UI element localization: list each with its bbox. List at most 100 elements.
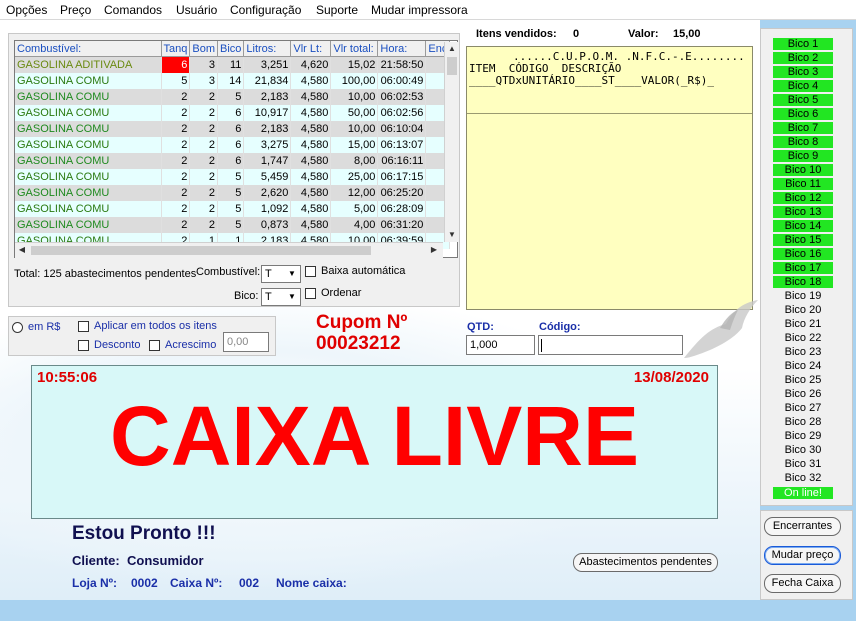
cell-tanque: 2 <box>161 185 191 201</box>
table-row[interactable]: GASOLINA COMU 2 2 5 2,620 4,580 12,00 06:25:20 <box>15 185 451 201</box>
bico-18-indicator[interactable]: Bico 18 <box>773 276 833 288</box>
bico-5-indicator[interactable]: Bico 5 <box>773 94 833 106</box>
cell-vlr-total: 5,00 <box>330 201 379 217</box>
col-header-vlr-total[interactable]: Vlr total: <box>330 41 379 57</box>
bico-filter-select[interactable]: T ▼ <box>261 288 301 306</box>
bico-32-indicator[interactable]: Bico 32 <box>773 472 833 484</box>
grid-horizontal-scrollbar[interactable]: ◀ ▶ <box>15 242 443 258</box>
bico-28-indicator[interactable]: Bico 28 <box>773 416 833 428</box>
baixa-automatica-checkbox[interactable] <box>305 266 316 277</box>
col-header-litros[interactable]: Litros: <box>243 41 292 57</box>
bico-9-indicator[interactable]: Bico 9 <box>773 150 833 162</box>
encerrantes-button[interactable]: Encerrantes <box>764 517 841 536</box>
display-date: 13/08/2020 <box>633 369 709 386</box>
ordenar-checkbox[interactable] <box>305 288 316 299</box>
cell-hora: 06:17:15 <box>377 169 427 185</box>
table-row[interactable]: GASOLINA ADITIVADA 6 3 11 3,251 4,620 15,02 21:… <box>15 56 451 73</box>
chevron-down-icon[interactable]: ▼ <box>285 290 299 304</box>
bico-21-indicator[interactable]: Bico 21 <box>773 318 833 330</box>
nome-caixa-label: Nome caixa: <box>276 576 347 590</box>
bico-29-indicator[interactable]: Bico 29 <box>773 430 833 442</box>
bico-27-indicator[interactable]: Bico 27 <box>773 402 833 414</box>
col-header-tanque[interactable]: Tanq <box>161 41 191 57</box>
menu-usuario[interactable]: Usuário <box>176 3 217 17</box>
bico-26-indicator[interactable]: Bico 26 <box>773 388 833 400</box>
bico-3-indicator[interactable]: Bico 3 <box>773 66 833 78</box>
codigo-input[interactable] <box>538 335 683 355</box>
bico-2-indicator[interactable]: Bico 2 <box>773 52 833 64</box>
bico-15-indicator[interactable]: Bico 15 <box>773 234 833 246</box>
cell-combustivel: GASOLINA ADITIVADA <box>15 56 162 73</box>
scroll-left-icon[interactable]: ◀ <box>15 243 29 257</box>
abastecimentos-pendentes-button[interactable]: Abastecimentos pendentes <box>573 553 718 572</box>
cell-litros: 21,834 <box>243 73 292 89</box>
mudar-preco-button[interactable]: Mudar preço <box>764 546 841 565</box>
bico-12-indicator[interactable]: Bico 12 <box>773 192 833 204</box>
cell-bomba: 2 <box>189 137 218 153</box>
bico-16-indicator[interactable]: Bico 16 <box>773 248 833 260</box>
table-row[interactable]: GASOLINA COMU 2 2 5 0,873 4,580 4,00 06:31:20 <box>15 217 451 233</box>
scroll-right-icon[interactable]: ▶ <box>427 243 441 257</box>
receipt-preview: ......C.U.P.O.M. .N.F.C.-.E........ ITEM… <box>466 46 753 310</box>
bico-17-indicator[interactable]: Bico 17 <box>773 262 833 274</box>
bico-13-indicator[interactable]: Bico 13 <box>773 206 833 218</box>
discount-value-input[interactable]: 0,00 <box>223 332 269 352</box>
cell-litros: 2,183 <box>243 89 292 105</box>
cell-combustivel: GASOLINA COMU <box>15 169 162 185</box>
scroll-down-icon[interactable]: ▼ <box>445 228 459 242</box>
col-header-vlr-lt[interactable]: Vlr Lt: <box>290 41 332 57</box>
scroll-thumb[interactable] <box>447 57 457 75</box>
menu-suporte[interactable]: Suporte <box>316 3 358 17</box>
bico-20-indicator[interactable]: Bico 20 <box>773 304 833 316</box>
bico-31-indicator[interactable]: Bico 31 <box>773 458 833 470</box>
table-row[interactable]: GASOLINA COMU 2 2 5 5,459 4,580 25,00 06:17:15 <box>15 169 451 185</box>
bico-4-indicator[interactable]: Bico 4 <box>773 80 833 92</box>
grid-vertical-scrollbar[interactable]: ▲ ▼ <box>444 42 459 242</box>
bico-14-indicator[interactable]: Bico 14 <box>773 220 833 232</box>
bico-10-indicator[interactable]: Bico 10 <box>773 164 833 176</box>
bico-30-indicator[interactable]: Bico 30 <box>773 444 833 456</box>
table-row[interactable]: GASOLINA COMU 2 2 6 1,747 4,580 8,00 06:16:11 <box>15 153 451 169</box>
qtd-input[interactable]: 1,000 <box>466 335 535 355</box>
acrescimo-checkbox[interactable] <box>149 340 160 351</box>
menu-comandos[interactable]: Comandos <box>104 3 162 17</box>
bico-23-indicator[interactable]: Bico 23 <box>773 346 833 358</box>
combustivel-filter-select[interactable]: T ▼ <box>261 265 301 283</box>
menu-mudar-impressora[interactable]: Mudar impressora <box>371 3 468 17</box>
table-row[interactable]: GASOLINA COMU 2 2 6 2,183 4,580 10,00 06:10:04 <box>15 121 451 137</box>
desconto-checkbox[interactable] <box>78 340 89 351</box>
table-row[interactable]: GASOLINA COMU 2 2 5 1,092 4,580 5,00 06:28:09 <box>15 201 451 217</box>
bico-11-indicator[interactable]: Bico 11 <box>773 178 833 190</box>
cell-tanque: 2 <box>161 105 191 121</box>
col-header-combustivel[interactable]: Combustível: <box>15 41 162 57</box>
bico-8-indicator[interactable]: Bico 8 <box>773 136 833 148</box>
table-row[interactable]: GASOLINA COMU 2 2 5 2,183 4,580 10,00 06:02:53 <box>15 89 451 105</box>
cell-combustivel: GASOLINA COMU <box>15 105 162 121</box>
table-row[interactable]: GASOLINA COMU 2 2 6 10,917 4,580 50,00 06:02:56 <box>15 105 451 121</box>
bico-7-indicator[interactable]: Bico 7 <box>773 122 833 134</box>
valor-label: Valor: <box>628 28 659 40</box>
hscroll-thumb[interactable] <box>31 246 371 255</box>
menu-opcoes[interactable]: Opções <box>6 3 47 17</box>
col-header-bomba[interactable]: Bom <box>189 41 218 57</box>
table-row[interactable]: GASOLINA COMU 5 3 14 21,834 4,580 100,00 06:00:… <box>15 73 451 89</box>
menu-preco[interactable]: Preço <box>60 3 91 17</box>
bico-6-indicator[interactable]: Bico 6 <box>773 108 833 120</box>
loja-value: 0002 <box>131 576 158 590</box>
bico-25-indicator[interactable]: Bico 25 <box>773 374 833 386</box>
scroll-up-icon[interactable]: ▲ <box>445 42 459 56</box>
em-rs-radio[interactable] <box>12 322 23 333</box>
chevron-down-icon[interactable]: ▼ <box>285 267 299 281</box>
fecha-caixa-button[interactable]: Fecha Caixa <box>764 574 841 593</box>
table-row[interactable]: GASOLINA COMU 2 2 6 3,275 4,580 15,00 06:13:07 <box>15 137 451 153</box>
bico-24-indicator[interactable]: Bico 24 <box>773 360 833 372</box>
bico-19-indicator[interactable]: Bico 19 <box>773 290 833 302</box>
col-header-bico[interactable]: Bico <box>217 41 245 57</box>
bico-1-indicator[interactable]: Bico 1 <box>773 38 833 50</box>
pending-fuel-grid[interactable]: Combustível: Tanq Bom Bico Litros: Vlr L… <box>14 40 458 258</box>
col-header-hora[interactable]: Hora: <box>377 41 427 57</box>
aplicar-todos-checkbox[interactable] <box>78 321 89 332</box>
bico-22-indicator[interactable]: Bico 22 <box>773 332 833 344</box>
cell-vlr-lt: 4,620 <box>290 56 332 73</box>
menu-configuracao[interactable]: Configuração <box>230 3 301 17</box>
